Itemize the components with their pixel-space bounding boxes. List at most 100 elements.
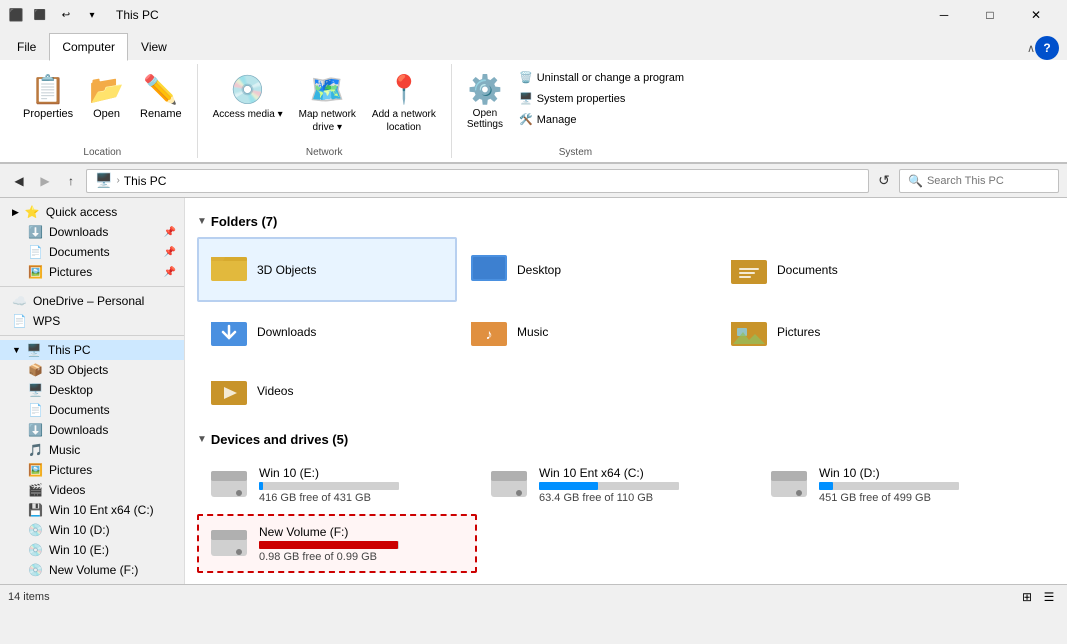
drive-win10e[interactable]: Win 10 (E:) 416 GB free of 431 GB [197, 455, 477, 514]
folders-section-header[interactable]: ▼ Folders (7) [197, 214, 1055, 229]
win10e-icon: 💿 [28, 543, 43, 557]
content-area: ▼ Folders (7) 3D Objects Desktop [185, 198, 1067, 584]
tab-computer[interactable]: Computer [49, 33, 128, 61]
drive-new-volume-f[interactable]: New Volume (F:) 0.98 GB free of 0.99 GB [197, 514, 477, 573]
folder-videos[interactable]: Videos [197, 361, 457, 420]
forward-button[interactable]: ▶ [34, 170, 56, 192]
drives-grid: Win 10 (E:) 416 GB free of 431 GB Win 10… [197, 455, 1055, 573]
open-settings-label: OpenSettings [467, 108, 503, 130]
documents-icon: 📄 [28, 403, 43, 417]
music-folder-name: Music [517, 325, 548, 339]
sidebar-item-videos[interactable]: 🎬 Videos [0, 480, 184, 500]
properties-label: Properties [23, 108, 73, 120]
refresh-button[interactable]: ↺ [873, 170, 895, 192]
drive-win10c[interactable]: Win 10 Ent x64 (C:) 63.4 GB free of 110 … [477, 455, 757, 514]
qat-btn-2[interactable]: ↩ [56, 6, 76, 24]
ribbon-tabs: File Computer View ∧ ? [0, 30, 1067, 60]
win10e-drive-free: 416 GB free of 431 GB [259, 492, 399, 504]
sidebar-item-quick-access[interactable]: ▶ ⭐ Quick access [0, 202, 184, 222]
system-properties-button[interactable]: 🖥️ System properties [512, 89, 691, 108]
manage-button[interactable]: 🛠️ Manage [512, 110, 691, 129]
search-box[interactable]: 🔍 [899, 169, 1059, 193]
rename-button[interactable]: ✏️ Rename [133, 68, 189, 125]
main-layout: ▶ ⭐ Quick access ⬇️ Downloads 📌 📄 Docume… [0, 198, 1067, 584]
folder-pictures[interactable]: Pictures [717, 302, 977, 361]
documents-qa-pin-icon: 📌 [164, 247, 176, 258]
drives-section-header[interactable]: ▼ Devices and drives (5) [197, 432, 1055, 447]
sidebar-item-documents-qa[interactable]: 📄 Documents 📌 [0, 242, 184, 262]
sidebar-item-documents[interactable]: 📄 Documents [0, 400, 184, 420]
drive-win10d[interactable]: Win 10 (D:) 451 GB free of 499 GB [757, 455, 1037, 514]
open-settings-button[interactable]: ⚙️ OpenSettings [460, 68, 510, 135]
app-icon: ⬛ [8, 7, 24, 23]
details-view-button[interactable]: ☰ [1039, 587, 1059, 607]
ribbon-collapse-btn[interactable]: ∧ [1027, 42, 1035, 55]
open-button[interactable]: 📂 Open [82, 68, 131, 125]
view-controls: ⊞ ☰ [1017, 587, 1059, 607]
add-network-location-button[interactable]: 📍 Add a networklocation [365, 68, 443, 139]
downloads-qa-label: Downloads [49, 225, 158, 239]
up-button[interactable]: ↑ [60, 170, 82, 192]
pictures-label: Pictures [49, 463, 176, 477]
add-network-location-label: Add a networklocation [372, 109, 436, 133]
win10d-drive-name: Win 10 (D:) [819, 466, 959, 480]
help-button[interactable]: ? [1035, 36, 1059, 60]
sidebar-item-this-pc[interactable]: ▼ 🖥️ This PC [0, 340, 184, 360]
back-button[interactable]: ◀ [8, 170, 30, 192]
sidebar-item-music[interactable]: 🎵 Music [0, 440, 184, 460]
documents-label: Documents [49, 403, 176, 417]
sidebar-item-pictures[interactable]: 🖼️ Pictures [0, 460, 184, 480]
videos-icon: 🎬 [28, 483, 43, 497]
win10d-drive-free: 451 GB free of 499 GB [819, 492, 959, 504]
close-button[interactable]: ✕ [1013, 0, 1059, 30]
new-volume-f-drive-name: New Volume (F:) [259, 525, 399, 539]
map-network-drive-icon: 🗺️ [310, 73, 345, 106]
rename-label: Rename [140, 108, 182, 120]
search-input[interactable] [927, 175, 1067, 187]
breadcrumb-folder-icon: 🖥️ [95, 172, 112, 189]
sidebar-item-downloads[interactable]: ⬇️ Downloads [0, 420, 184, 440]
pictures-qa-pin-icon: 📌 [164, 267, 176, 278]
sidebar-item-downloads-qa[interactable]: ⬇️ Downloads 📌 [0, 222, 184, 242]
quick-access-icon: ⭐ [25, 205, 40, 219]
minimize-button[interactable]: ─ [921, 0, 967, 30]
sidebar-item-new-volume-f[interactable]: 💿 New Volume (F:) [0, 560, 184, 580]
folder-desktop[interactable]: Desktop [457, 237, 717, 302]
qat-btn-3[interactable]: ▾ [82, 6, 102, 24]
access-media-icon: 💿 [230, 73, 265, 106]
maximize-button[interactable]: □ [967, 0, 1013, 30]
sidebar-item-wps[interactable]: 📄 WPS [0, 311, 184, 331]
access-media-dropdown: ▾ [278, 109, 283, 120]
breadcrumb-sep-1: › [116, 175, 119, 186]
sidebar: ▶ ⭐ Quick access ⬇️ Downloads 📌 📄 Docume… [0, 198, 185, 584]
qat-btn-1[interactable]: ⬛ [30, 6, 50, 24]
access-media-button[interactable]: 💿 Access media ▾ [206, 68, 290, 126]
item-count: 14 items [8, 591, 50, 603]
address-box[interactable]: 🖥️ › This PC [86, 169, 869, 193]
folder-documents[interactable]: Documents [717, 237, 977, 302]
properties-button[interactable]: 📋 Properties [16, 68, 80, 125]
breadcrumb-this-pc[interactable]: This PC [124, 174, 167, 188]
tab-file[interactable]: File [4, 32, 49, 60]
sidebar-item-pictures-qa[interactable]: 🖼️ Pictures 📌 [0, 262, 184, 282]
win10c-drive-free: 63.4 GB free of 110 GB [539, 492, 679, 504]
folder-music[interactable]: ♪ Music [457, 302, 717, 361]
sidebar-item-onedrive[interactable]: ☁️ OneDrive – Personal [0, 291, 184, 311]
sidebar-item-desktop[interactable]: 🖥️ Desktop [0, 380, 184, 400]
folder-3d-objects[interactable]: 3D Objects [197, 237, 457, 302]
new-volume-f-drive-bar [259, 541, 399, 549]
breadcrumb: 🖥️ › This PC [95, 172, 166, 189]
sidebar-item-win10e[interactable]: 💿 Win 10 (E:) [0, 540, 184, 560]
documents-folder-name: Documents [777, 263, 838, 277]
sidebar-item-win10c[interactable]: 💾 Win 10 Ent x64 (C:) [0, 500, 184, 520]
win10c-drive-name: Win 10 Ent x64 (C:) [539, 466, 679, 480]
uninstall-button[interactable]: 🗑️ Uninstall or change a program [512, 68, 691, 87]
desktop-label: Desktop [49, 383, 176, 397]
tab-view[interactable]: View [128, 32, 180, 60]
sidebar-item-3d-objects[interactable]: 📦 3D Objects [0, 360, 184, 380]
large-icons-view-button[interactable]: ⊞ [1017, 587, 1037, 607]
map-network-drive-button[interactable]: 🗺️ Map networkdrive ▾ [292, 68, 363, 139]
pictures-qa-icon: 🖼️ [28, 265, 43, 279]
folder-downloads[interactable]: Downloads [197, 302, 457, 361]
sidebar-item-win10d[interactable]: 💿 Win 10 (D:) [0, 520, 184, 540]
